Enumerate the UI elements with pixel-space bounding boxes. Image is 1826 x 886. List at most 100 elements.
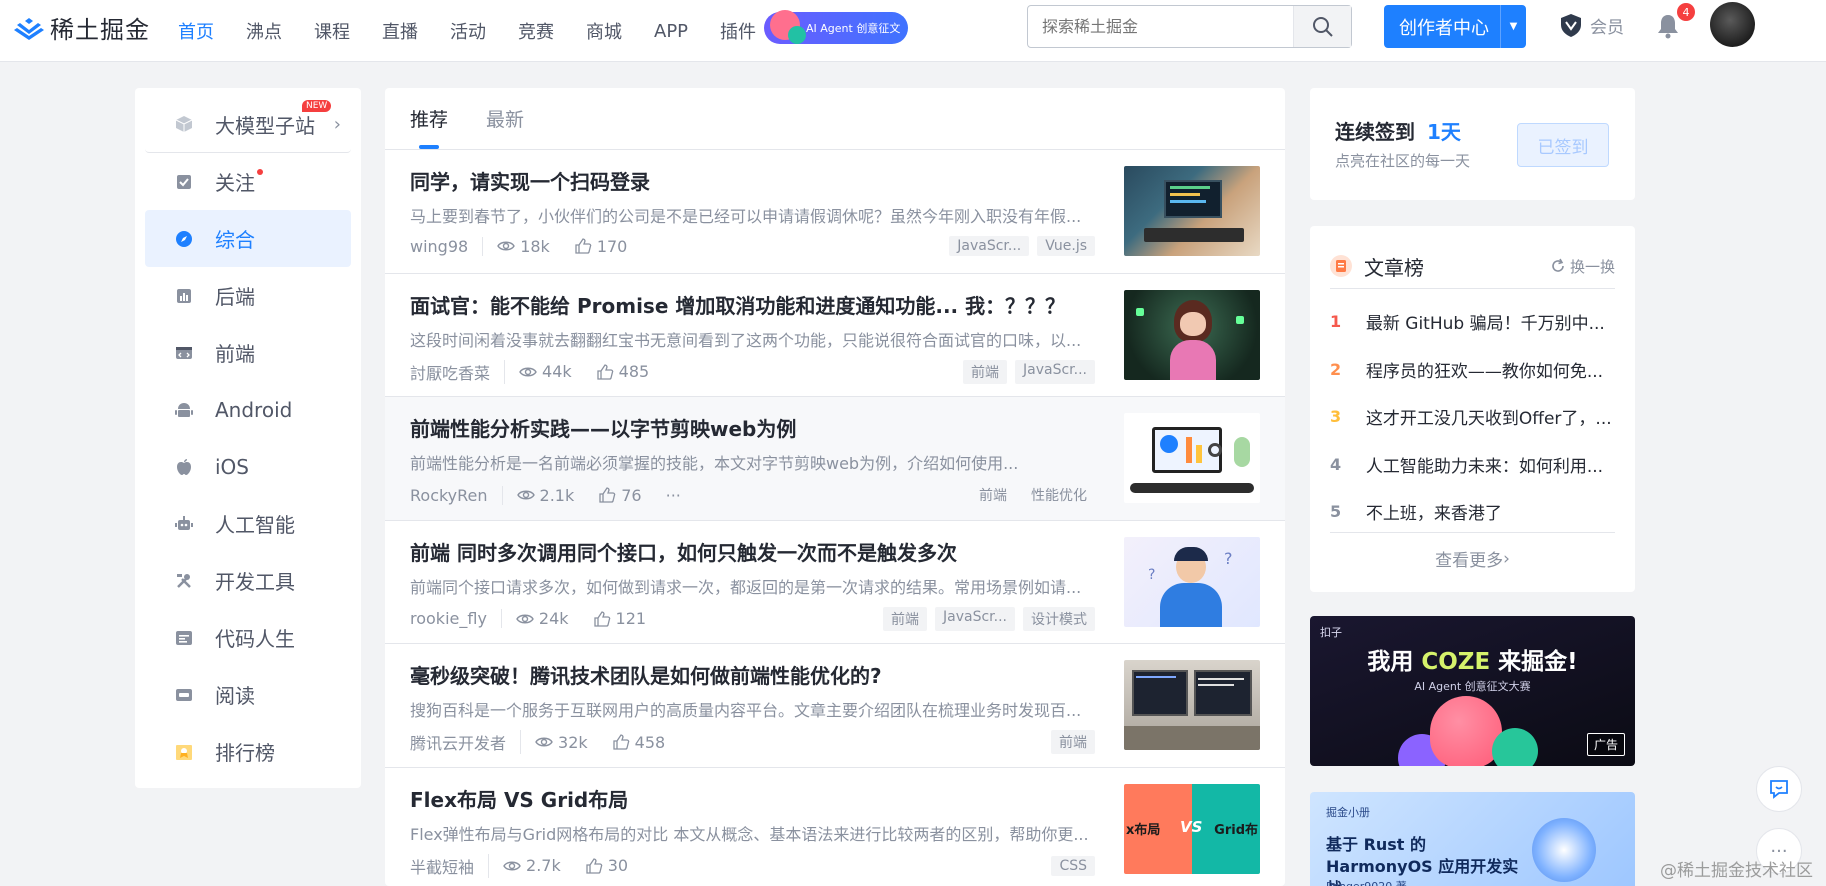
sidebar-item-code-life[interactable]: 代码人生: [145, 609, 351, 666]
eye-icon: [503, 861, 521, 870]
article-title[interactable]: Flex布局 VS Grid布局: [410, 784, 1110, 813]
likes-stat[interactable]: 121: [593, 609, 646, 628]
sidebar-item-follow[interactable]: 关注: [145, 153, 351, 210]
likes-stat[interactable]: 170: [574, 237, 627, 256]
article-author[interactable]: 討厭吃香菜: [410, 359, 506, 384]
creator-center-button[interactable]: 创作者中心 ▼: [1384, 5, 1526, 48]
nav-store[interactable]: 商城: [586, 18, 622, 44]
sidebar-item-ios[interactable]: iOS: [145, 438, 351, 495]
article-tag[interactable]: CSS: [1051, 855, 1095, 876]
sidebar-item-ranking[interactable]: 排行榜: [145, 723, 351, 780]
article-thumbnail[interactable]: ? ?: [1124, 536, 1260, 627]
sidebar-item-general[interactable]: 综合: [145, 210, 351, 267]
rank-item[interactable]: 5 不上班，来香港了: [1330, 488, 1615, 536]
article-author[interactable]: rookie_fly: [410, 609, 502, 628]
article-item[interactable]: Flex布局 VS Grid布局 Flex弹性布局与Grid网格布局的对比 本文…: [385, 768, 1285, 886]
article-meta: wing98 18k 170 JavaScr... Vue.js: [410, 236, 1095, 256]
sidebar-item-label: Android: [215, 397, 293, 422]
article-thumbnail[interactable]: [1124, 660, 1260, 750]
search-button[interactable]: [1293, 6, 1351, 47]
rank-article-title[interactable]: 这才开工没几天收到Offer了，...: [1366, 404, 1615, 429]
sidebar-item-reading[interactable]: 阅读: [145, 666, 351, 723]
nav-live[interactable]: 直播: [382, 18, 418, 44]
thumbs-up-icon: [575, 238, 592, 254]
nav-contests[interactable]: 竞赛: [518, 18, 554, 44]
article-meta: 半截短袖 2.7k 30 CSS: [410, 853, 1095, 878]
sidebar-item-backend[interactable]: 后端: [145, 267, 351, 324]
likes-stat[interactable]: 458: [612, 733, 665, 752]
refresh-button[interactable]: 换一换: [1550, 256, 1615, 277]
article-tag[interactable]: JavaScr...: [1015, 359, 1095, 384]
article-thumbnail[interactable]: [1124, 413, 1260, 503]
nav-app[interactable]: APP: [654, 21, 688, 42]
rank-article-title[interactable]: 不上班，来香港了: [1366, 499, 1615, 524]
sidebar-item-label: 开发工具: [215, 570, 295, 594]
sidebar-item-ai[interactable]: 人工智能: [145, 495, 351, 552]
nav-events[interactable]: 活动: [450, 18, 486, 44]
booklet-card[interactable]: 掘金小册 基于 Rust 的 HarmonyOS 应用开发实战 Ponger90…: [1310, 792, 1635, 886]
article-tag[interactable]: 前端: [1051, 730, 1095, 754]
rank-item[interactable]: 2 程序员的狂欢——教你如何免...: [1330, 346, 1615, 394]
likes-stat[interactable]: 485: [596, 362, 649, 381]
article-author[interactable]: RockyRen: [410, 485, 503, 505]
signed-in-button[interactable]: 已签到: [1517, 123, 1609, 167]
article-title[interactable]: 毫秒级突破！腾讯技术团队是如何做前端性能优化的?: [410, 660, 1110, 689]
article-tag[interactable]: JavaScr...: [935, 606, 1015, 631]
article-author[interactable]: 腾讯云开发者: [410, 730, 522, 754]
nav-home[interactable]: 首页: [178, 18, 214, 44]
rank-item[interactable]: 1 最新 GitHub 骗局！千万别中...: [1330, 298, 1615, 346]
rank-number: 4: [1330, 454, 1342, 474]
article-item[interactable]: 毫秒级突破！腾讯技术团队是如何做前端性能优化的? 搜狗百科是一个服务于互联网用户…: [385, 644, 1285, 768]
search-input[interactable]: [1028, 6, 1290, 47]
article-thumbnail[interactable]: [1124, 166, 1260, 256]
nav-courses[interactable]: 课程: [314, 18, 350, 44]
article-tag[interactable]: 性能优化: [1023, 483, 1095, 507]
article-item[interactable]: 前端 同时多次调用同个接口，如何只触发一次而不是触发多次 前端同个接口请求多次，…: [385, 521, 1285, 644]
ai-agent-banner[interactable]: AI Agent 创意征文: [764, 10, 908, 44]
chevron-down-icon[interactable]: ▼: [1500, 5, 1526, 48]
tab-latest[interactable]: 最新: [486, 105, 524, 132]
ad-title-coze: COZE: [1421, 649, 1491, 675]
sidebar-item-devtools[interactable]: 开发工具: [145, 552, 351, 609]
sidebar-item-frontend[interactable]: 前端: [145, 324, 351, 381]
article-thumbnail[interactable]: [1124, 289, 1260, 380]
article-tag[interactable]: 前端: [963, 359, 1008, 384]
sidebar-item-llm[interactable]: 大模型子站 NEW ›: [145, 96, 351, 153]
rank-item[interactable]: 4 人工智能助力未来：如何利用...: [1330, 441, 1615, 489]
eye-icon: [535, 737, 553, 747]
tab-recommended[interactable]: 推荐: [410, 105, 448, 132]
article-tag[interactable]: 设计模式: [1023, 606, 1095, 631]
article-thumbnail[interactable]: x布局 Grid布 VS: [1124, 783, 1260, 874]
rank-article-title[interactable]: 最新 GitHub 骗局！千万别中...: [1366, 309, 1615, 334]
article-item[interactable]: 面试官：能不能给 Promise 增加取消功能和进度通知功能... 我：？？？ …: [385, 274, 1285, 397]
nav-plugins[interactable]: 插件: [720, 18, 756, 44]
article-tag[interactable]: 前端: [971, 483, 1015, 507]
coze-ad-banner[interactable]: 扣子 我用 COZE 来掘金! AI Agent 创意征文大赛 广告: [1310, 616, 1635, 766]
sidebar-item-android[interactable]: Android: [145, 381, 351, 438]
article-tag[interactable]: JavaScr...: [949, 236, 1030, 256]
more-options-icon[interactable]: ···: [666, 486, 681, 505]
vip-link[interactable]: 会员: [1558, 12, 1624, 38]
article-title[interactable]: 前端性能分析实践——以字节剪映web为例: [410, 413, 1110, 442]
article-tag[interactable]: 前端: [883, 606, 928, 631]
nav-pins[interactable]: 沸点: [246, 18, 282, 44]
article-tag[interactable]: Vue.js: [1037, 236, 1095, 256]
user-avatar[interactable]: [1710, 2, 1755, 47]
follow-icon: [175, 173, 193, 191]
rank-article-title[interactable]: 人工智能助力未来：如何利用...: [1366, 452, 1615, 477]
article-author[interactable]: 半截短袖: [410, 853, 490, 878]
article-title[interactable]: 前端 同时多次调用同个接口，如何只触发一次而不是触发多次: [410, 537, 1110, 566]
rank-header: 文章榜 换一换: [1330, 244, 1615, 289]
article-author[interactable]: wing98: [410, 236, 484, 256]
view-more-link[interactable]: 查看更多 ›: [1330, 532, 1615, 584]
rank-item[interactable]: 3 这才开工没几天收到Offer了，...: [1330, 393, 1615, 441]
likes-stat[interactable]: 30: [585, 856, 628, 875]
likes-stat[interactable]: 76: [598, 486, 642, 505]
site-logo[interactable]: 稀土掘金: [14, 10, 150, 45]
article-title[interactable]: 同学，请实现一个扫码登录: [410, 166, 1110, 195]
article-item[interactable]: 同学，请实现一个扫码登录 马上要到春节了，小伙伴们的公司是不是已经可以申请请假调…: [385, 150, 1285, 274]
rank-article-title[interactable]: 程序员的狂欢——教你如何免...: [1366, 357, 1615, 382]
feedback-button[interactable]: [1756, 766, 1802, 812]
article-item[interactable]: 前端性能分析实践——以字节剪映web为例 前端性能分析是一名前端必须掌握的技能，…: [385, 397, 1285, 521]
article-title[interactable]: 面试官：能不能给 Promise 增加取消功能和进度通知功能... 我：？？？: [410, 290, 1110, 319]
